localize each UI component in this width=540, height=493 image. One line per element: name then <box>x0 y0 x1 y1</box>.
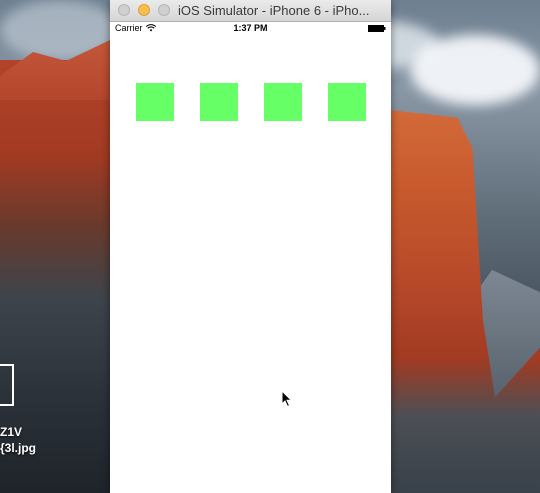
window-titlebar[interactable]: iOS Simulator - iPhone 6 - iPho... <box>110 0 391 22</box>
cloud <box>410 35 540 105</box>
zoom-button[interactable] <box>158 4 170 16</box>
window-title: iOS Simulator - iPhone 6 - iPho... <box>178 3 370 18</box>
status-time: 1:37 PM <box>233 23 268 33</box>
desktop-file-label[interactable]: {3l.jpg <box>0 441 36 455</box>
green-square <box>200 83 238 121</box>
simulator-window: iOS Simulator - iPhone 6 - iPho... Carri… <box>110 0 391 493</box>
close-button[interactable] <box>118 4 130 16</box>
minimize-button[interactable] <box>138 4 150 16</box>
desktop-file-icon[interactable] <box>0 364 14 406</box>
green-square <box>328 83 366 121</box>
mouse-cursor-icon <box>281 390 293 408</box>
desktop-file-label[interactable]: Z1V <box>0 425 22 439</box>
green-square <box>264 83 302 121</box>
ios-status-bar: Carrier 1:37 PM <box>110 22 391 36</box>
battery-icon <box>368 25 386 32</box>
green-square <box>136 83 174 121</box>
ios-screen[interactable]: Carrier 1:37 PM <box>110 22 391 493</box>
